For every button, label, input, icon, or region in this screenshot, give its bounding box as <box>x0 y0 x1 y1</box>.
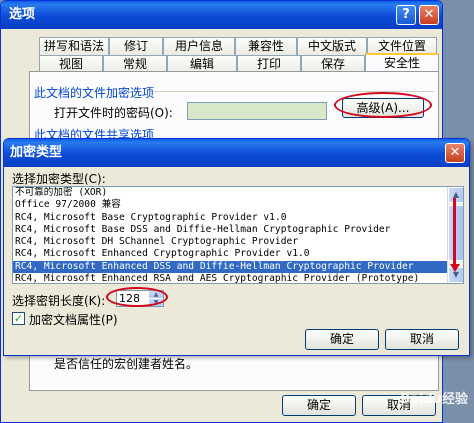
help-button[interactable]: ? <box>396 5 416 25</box>
encryption-type-option[interactable]: RC4, Microsoft DH SChannel Cryptographic… <box>13 236 463 248</box>
options-ok-button[interactable]: 确定 <box>282 395 356 416</box>
encryption-type-list[interactable]: 不可靠的加密 (XOR) Office 97/2000 兼容 RC4, Micros… <box>12 186 464 284</box>
watermark-text: Baidu经验 <box>400 392 468 407</box>
encryption-type-label: 选择加密类型(C): <box>12 172 106 186</box>
scroll-annotation-line <box>453 198 456 264</box>
open-password-input[interactable] <box>187 102 327 120</box>
tab-security[interactable]: 安全性 <box>365 53 439 73</box>
tab-track-changes[interactable]: 修订 <box>109 37 163 55</box>
encryption-ok-button[interactable]: 确定 <box>305 329 379 350</box>
advanced-highlight-mark <box>334 92 432 118</box>
encryption-type-option[interactable]: RC4, Microsoft Base Cryptographic Provid… <box>13 212 463 224</box>
encryption-type-option[interactable]: RC4, Microsoft Enhanced Cryptographic Pr… <box>13 248 463 260</box>
encrypt-group-label: 此文档的文件加密选项 <box>34 86 155 100</box>
encryption-cancel-button[interactable]: 取消 <box>385 329 459 350</box>
encryption-type-dialog: 加密类型 ✕ 选择加密类型(C): 不可靠的加密 (XOR) Office 97/… <box>3 138 470 356</box>
macro-hint-text: 是否信任的宏创建者姓名。 <box>54 357 199 371</box>
encryption-type-option[interactable]: Office 97/2000 兼容 <box>13 199 463 211</box>
tab-user-info[interactable]: 用户信息 <box>163 37 235 55</box>
help-icon: ? <box>402 7 410 22</box>
key-length-label: 选择密钥长度(K): <box>12 294 106 308</box>
encryption-dialog-title: 加密类型 <box>10 145 63 160</box>
check-icon: ✓ <box>13 312 24 325</box>
open-password-label: 打开文件时的密码(O): <box>54 106 173 120</box>
close-icon: ✕ <box>449 145 461 160</box>
encrypt-properties-label[interactable]: 加密文档属性(P) <box>29 311 118 328</box>
scroll-thumb[interactable] <box>448 205 463 261</box>
encryption-type-option[interactable]: 不可靠的加密 (XOR) <box>13 187 463 199</box>
encryption-dialog-close-button[interactable]: ✕ <box>445 143 465 163</box>
encryption-type-option[interactable]: RC4, Microsoft Base DSS and Diffie-Hellm… <box>13 224 463 236</box>
encryption-type-option[interactable]: RC4, Microsoft Enhanced DSS and Diffie-H… <box>13 260 463 274</box>
options-title: 选项 <box>9 7 36 22</box>
encryption-dialog-titlebar[interactable]: 加密类型 ✕ <box>4 139 469 167</box>
options-close-button[interactable]: ✕ <box>419 5 439 25</box>
key-length-highlight-mark <box>106 287 168 307</box>
encryption-type-option[interactable]: RC4, Microsoft Enhanced RSA and AES Cryp… <box>13 273 463 283</box>
options-titlebar[interactable]: 选项 ? ✕ <box>1 1 442 29</box>
scroll-up-button[interactable]: ▲ <box>448 187 463 203</box>
encryption-type-items: 不可靠的加密 (XOR) Office 97/2000 兼容 RC4, Micros… <box>13 187 463 283</box>
close-icon: ✕ <box>423 7 435 22</box>
encrypt-properties-checkbox[interactable]: ✓ <box>12 312 25 325</box>
tab-asian-typography[interactable]: 中文版式 <box>297 37 367 55</box>
tab-spelling-grammar[interactable]: 拼写和语法 <box>39 37 109 55</box>
tab-strip: 拼写和语法 修订 用户信息 兼容性 中文版式 文件位置 视图 常规 编辑 打印 … <box>1 29 442 73</box>
scroll-annotation-arrow-icon <box>449 264 460 272</box>
tab-compatibility[interactable]: 兼容性 <box>235 37 297 55</box>
